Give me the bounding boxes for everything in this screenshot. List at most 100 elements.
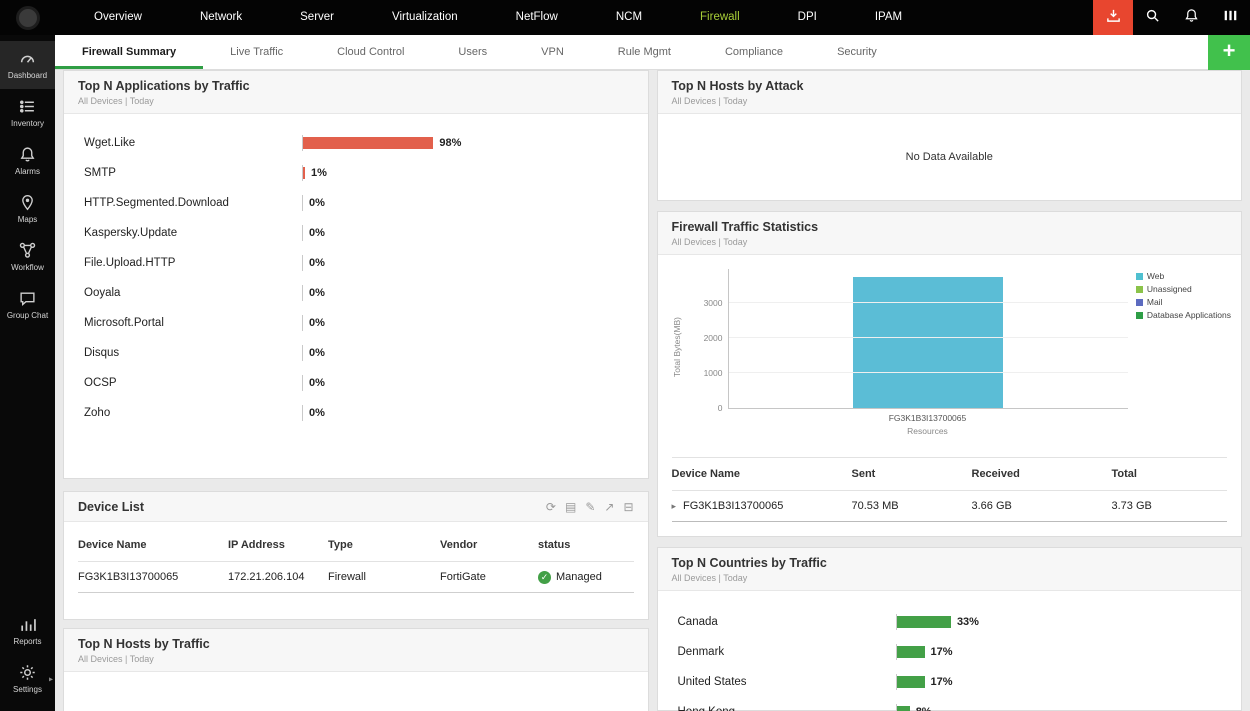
device-name: FG3K1B3I13700065 [683,500,784,512]
card-title: Top N Hosts by Traffic [78,637,210,651]
column-header: Type [328,538,353,551]
card-title: Firewall Traffic Statistics [671,220,819,234]
delete-icon[interactable]: ⊟ [623,501,633,513]
list-icon [19,98,36,115]
card-top-apps: Top N Applications by Traffic All Device… [63,70,649,479]
card-header: Top N Hosts by Attack All Devices | Toda… [657,71,1241,114]
value-bar [303,137,434,149]
legend-swatch [1135,272,1143,280]
metric-label: HTTP.Segmented.Download [84,197,229,209]
top-nav-item-server[interactable]: Server [271,0,363,35]
column-header: Total [1111,468,1137,480]
app-logo[interactable] [0,5,55,30]
top-nav: Overview Network Server Virtualization NetFl… [65,0,931,35]
device-list-toolbar: ⟳ ▤ ✎ ↗ ⊟ [546,501,634,513]
bar-zone: 98% [302,135,634,151]
cell: 3.73 GB [1111,500,1152,512]
legend-swatch [1135,311,1143,319]
tab-users[interactable]: Users [431,35,514,69]
sidebar-item-maps[interactable]: Maps [0,185,55,233]
chat-icon [19,290,36,307]
tab-rule-mgmt[interactable]: Rule Mgmt [591,35,698,69]
cell: 3.66 GB [971,500,1012,512]
card-title: Top N Hosts by Attack [671,79,804,93]
managed-check-icon: ✓ [538,570,551,584]
column-header: Device Name [78,538,147,551]
tab-cloud-control[interactable]: Cloud Control [310,35,431,69]
bar-zone: 0% [302,195,634,211]
table-row[interactable]: FG3K1B3I13700065 172.21.206.104 Firewall Fo… [78,562,634,593]
metric-label: Microsoft.Portal [84,317,164,329]
sidebar-item-workflow[interactable]: Workflow [0,233,55,281]
legend-label: Database Applications [1146,310,1231,320]
country-traffic-row: Denmark 17% [658,637,1242,667]
bar-zone: 0% [302,315,634,331]
top-bar: Overview Network Server Virtualization NetFl… [0,0,1250,35]
top-nav-item-ncm[interactable]: NCM [587,0,671,35]
card-top-hosts-traffic: Top N Hosts by Traffic All Devices | Tod… [63,628,649,711]
top-nav-item-virtualization[interactable]: Virtualization [363,0,487,35]
sidebar-item-reports[interactable]: Reports [0,607,55,655]
cell: ▸ FG3K1B3I13700065 [672,491,852,521]
legend-label: Unassigned [1146,284,1192,294]
top-actions [1093,0,1250,35]
app-traffic-row: Zoho 0% [64,398,648,428]
panel-toggle-button[interactable] [1211,0,1250,35]
bar-zone: 8% [895,704,1228,711]
metric-label: Wget.Like [84,137,136,149]
refresh-icon[interactable]: ⟳ [546,501,556,513]
value-percent: 0% [309,197,325,209]
value-percent: 0% [309,347,325,359]
tab-security[interactable]: Security [810,35,904,69]
y-axis-tick: 0 [717,403,723,413]
card-header: Device List ⟳ ▤ ✎ ↗ ⊟ [64,492,648,522]
sidebar-item-group-chat[interactable]: Group Chat [0,281,55,329]
sidebar-item-alarms[interactable]: Alarms [0,137,55,185]
value-bar [896,616,951,628]
sidebar-item-inventory[interactable]: Inventory [0,89,55,137]
top-nav-item-dpi[interactable]: DPI [769,0,846,35]
value-bar [896,676,925,688]
card-subtitle: All Devices | Today [671,96,748,106]
sidebar-item-label: Group Chat [6,311,49,320]
value-percent: 8% [916,706,932,711]
country-traffic-row: United States 17% [658,667,1242,697]
notifications-button[interactable] [1172,0,1211,35]
reports-icon [19,616,36,633]
top-nav-item-ipam[interactable]: IPAM [846,0,931,35]
tab-vpn[interactable]: VPN [514,35,591,69]
edit-icon[interactable]: ✎ [585,501,595,513]
top-nav-item-netflow[interactable]: NetFlow [487,0,587,35]
metric-label: Denmark [677,646,725,658]
expand-caret-icon[interactable]: ▸ [672,501,677,511]
app-traffic-row: Wget.Like 98% [64,128,648,158]
report-icon[interactable]: ▤ [565,501,576,513]
add-dashboard-button[interactable]: + [1208,35,1250,70]
top-nav-item-network[interactable]: Network [171,0,271,35]
search-button[interactable] [1133,0,1172,35]
sidebar-item-label: Reports [13,637,42,646]
metric-label: Zoho [84,407,111,419]
top-nav-item-firewall[interactable]: Firewall [671,0,769,35]
value-percent: 0% [309,257,325,269]
tab-compliance[interactable]: Compliance [698,35,810,69]
card-subtitle: All Devices | Today [671,573,748,583]
top-nav-item-overview[interactable]: Overview [65,0,171,35]
y-axis-tick: 2000 [703,333,723,343]
table-row[interactable]: ▸ FG3K1B3I13700065 70.53 MB 3.66 GB 3.73 GB [671,491,1227,522]
value-percent: 0% [309,377,325,389]
sidebar-item-settings[interactable]: Settings ▸ [0,655,55,703]
tab-live-traffic[interactable]: Live Traffic [203,35,310,69]
value-percent: 98% [439,137,462,149]
sidebar-item-dashboard[interactable]: Dashboard [0,41,55,89]
bar-zone: 0% [302,255,634,271]
value-bar [896,646,925,658]
cell: Firewall [328,571,366,583]
export-icon[interactable]: ↗ [604,501,614,513]
chart-bar [853,277,1003,408]
card-subtitle: All Devices | Today [78,96,154,106]
download-button[interactable] [1093,0,1133,35]
tab-firewall-summary[interactable]: Firewall Summary [55,35,203,69]
bar-zone: 0% [302,285,634,301]
metric-label: United States [677,676,747,688]
